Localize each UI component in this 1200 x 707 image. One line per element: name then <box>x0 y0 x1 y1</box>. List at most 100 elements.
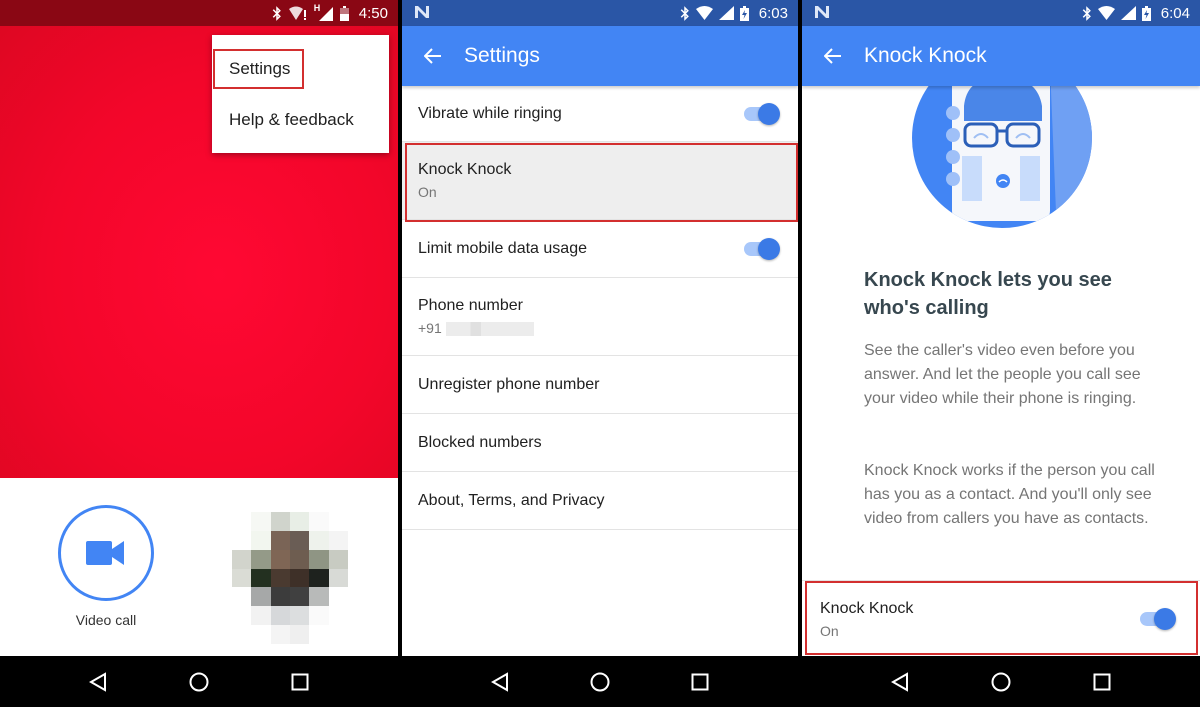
recents-icon[interactable] <box>1093 673 1111 691</box>
avatar-pixel <box>309 625 329 644</box>
avatar-pixel <box>290 606 310 626</box>
settings-list: Vibrate while ringing Knock Knock On Lim… <box>402 86 798 530</box>
avatar-pixel <box>251 512 271 531</box>
nav-bar <box>0 656 398 707</box>
setting-label: Phone number <box>418 296 523 314</box>
avatar-pixel <box>328 587 348 607</box>
setting-sublabel: On <box>418 184 437 200</box>
avatar-pixel <box>328 625 348 644</box>
home-icon[interactable] <box>991 672 1011 692</box>
app-bar: Settings <box>402 26 798 86</box>
setting-limit-mobile-data[interactable]: Limit mobile data usage <box>402 220 798 278</box>
avatar-pixel <box>309 606 329 626</box>
menu-item-help-feedback[interactable]: Help & feedback <box>229 110 354 130</box>
avatar-pixel <box>232 568 252 588</box>
avatar-pixel <box>251 530 271 550</box>
limit-data-toggle[interactable] <box>744 237 780 260</box>
wifi-icon <box>1097 6 1115 20</box>
menu-item-settings[interactable]: Settings <box>229 59 290 79</box>
bluetooth-icon <box>272 5 281 21</box>
app-bar: Knock Knock <box>802 26 1200 86</box>
n-icon <box>415 6 429 18</box>
overflow-menu: Settings Help & feedback <box>212 35 389 153</box>
back-icon[interactable] <box>490 671 509 692</box>
avatar-pixel <box>232 549 252 569</box>
avatar-pixel <box>270 587 290 607</box>
avatar-pixel <box>270 549 290 569</box>
person-on-phone-illustration <box>802 86 1200 236</box>
avatar-pixel <box>270 568 290 588</box>
status-bar: 6:03 <box>402 0 798 26</box>
avatar-pixel <box>290 549 310 569</box>
signal-icon <box>1120 6 1136 20</box>
avatar-pixel <box>232 530 252 550</box>
battery-charging-icon <box>739 5 749 21</box>
setting-label: Limit mobile data usage <box>418 239 587 257</box>
recents-icon[interactable] <box>291 673 309 691</box>
bluetooth-icon <box>680 5 689 21</box>
video-camera-icon <box>86 541 124 565</box>
avatar-pixel <box>309 530 329 550</box>
setting-blocked-numbers[interactable]: Blocked numbers <box>402 414 798 472</box>
setting-label: Knock Knock <box>418 161 512 178</box>
knock-knock-toggle-row[interactable]: Knock Knock On <box>806 583 1198 655</box>
avatar-pixel <box>232 606 252 626</box>
avatar-pixel <box>328 530 348 550</box>
setting-phone-number[interactable]: Phone number +91 <box>402 278 798 356</box>
page-title: Knock Knock <box>864 44 987 67</box>
setting-vibrate-while-ringing[interactable]: Vibrate while ringing <box>402 86 798 142</box>
hspa-signal-icon: H <box>314 3 334 21</box>
avatar-pixel <box>232 512 252 531</box>
avatar-pixel <box>309 512 329 531</box>
screen-knock-knock: 6:04 Knock Knock Knock Knock lets you se… <box>802 0 1200 707</box>
battery-charging-icon <box>1141 5 1151 21</box>
avatar-pixel <box>309 587 329 607</box>
avatar-pixel <box>290 568 310 588</box>
avatar-pixel <box>251 606 271 626</box>
back-icon[interactable] <box>891 671 909 692</box>
back-button[interactable] <box>802 48 864 64</box>
avatar-pixel <box>328 606 348 626</box>
avatar-pixel <box>309 549 329 569</box>
avatar-pixel <box>251 587 271 607</box>
bluetooth-icon <box>1082 5 1091 21</box>
avatar-pixel <box>328 512 348 531</box>
video-call-label: Video call <box>75 612 137 628</box>
battery-icon <box>339 5 349 21</box>
vibrate-toggle[interactable] <box>744 102 780 125</box>
knock-knock-toggle[interactable] <box>1140 608 1176 630</box>
setting-label: Vibrate while ringing <box>418 104 562 122</box>
wifi-icon <box>695 6 713 20</box>
avatar-pixel <box>251 625 271 644</box>
setting-unregister-phone[interactable]: Unregister phone number <box>402 356 798 414</box>
knock-knock-description: See the caller's video even before you a… <box>864 342 1141 407</box>
setting-label: Blocked numbers <box>418 433 542 451</box>
avatar-pixel <box>270 606 290 626</box>
status-bar: H 4:50 <box>0 0 398 26</box>
contact-avatar-pixelated[interactable] <box>232 512 348 644</box>
recents-icon[interactable] <box>691 673 709 691</box>
setting-label: About, Terms, and Privacy <box>418 491 605 509</box>
avatar-pixel <box>251 568 271 588</box>
avatar-pixel <box>232 587 252 607</box>
knock-knock-requirements: Knock Knock works if the person you call… <box>864 462 1155 527</box>
avatar-pixel <box>290 530 310 550</box>
back-button[interactable] <box>402 48 464 64</box>
setting-about-terms-privacy[interactable]: About, Terms, and Privacy <box>402 472 798 530</box>
setting-knock-knock[interactable]: Knock Knock On <box>402 142 798 220</box>
arrow-back-icon <box>424 48 441 64</box>
video-call-button[interactable] <box>58 505 154 601</box>
setting-sublabel: +91 <box>418 320 798 337</box>
home-icon[interactable] <box>189 672 209 692</box>
avatar-pixel <box>328 549 348 569</box>
status-time: 6:03 <box>758 4 788 22</box>
page-title: Settings <box>464 44 540 67</box>
back-icon[interactable] <box>89 671 107 692</box>
avatar-pixel <box>232 625 252 644</box>
n-icon <box>815 6 829 18</box>
divider <box>802 580 1200 581</box>
wifi-alert-icon <box>288 6 306 20</box>
status-time: 4:50 <box>358 4 388 22</box>
avatar-pixel <box>270 512 290 531</box>
home-icon[interactable] <box>590 672 610 692</box>
